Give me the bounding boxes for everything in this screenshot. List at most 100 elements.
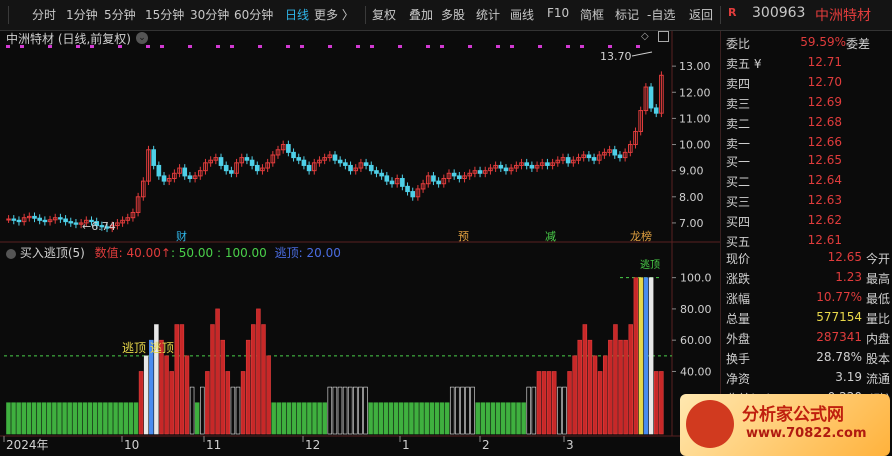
weicha-label: 委差	[845, 37, 870, 51]
indicator-bar	[296, 402, 302, 435]
ask-price: 12.69	[807, 95, 842, 109]
candle-body	[363, 162, 369, 166]
signal-marker	[188, 45, 192, 48]
indicator-bar	[52, 402, 57, 435]
candle-body	[498, 164, 504, 169]
indicator-bar	[353, 386, 358, 435]
candle-body	[187, 175, 193, 180]
ask-price: 12.66	[807, 135, 842, 149]
candle-body	[249, 159, 255, 166]
candle-body	[11, 218, 17, 221]
bid-label: 买三	[726, 195, 751, 209]
candle-body	[58, 217, 63, 220]
ask-row[interactable]: 卖五 ¥ 12.71	[722, 55, 892, 75]
indicator-bar	[628, 324, 633, 435]
ytick-label: 8.00	[679, 191, 704, 204]
candle-body	[612, 149, 618, 156]
quote-label: 外盘	[726, 332, 751, 346]
ask-row[interactable]: 卖三 12.69	[722, 95, 892, 115]
weibi-label: 委比	[726, 37, 751, 51]
indicator-bar	[215, 308, 220, 435]
indicator-bar	[551, 371, 557, 435]
indicator-bar	[194, 402, 200, 435]
indicator-bar	[465, 386, 470, 435]
indicator-bar	[470, 386, 475, 435]
indicator-bar	[47, 402, 52, 435]
quote-label: 总量	[726, 312, 751, 326]
ask-label: 卖三	[726, 97, 751, 111]
candle-body	[63, 218, 68, 223]
bid-row[interactable]: 买四 12.62	[722, 213, 892, 233]
ytick-label: 100.0	[680, 272, 712, 285]
indicator-bar	[108, 402, 113, 435]
indicator-bar	[597, 371, 603, 435]
indicator-bar	[495, 402, 501, 435]
signal-marker	[6, 45, 10, 48]
indicator-bar	[485, 402, 491, 435]
ask-row[interactable]: 卖四 12.70	[722, 75, 892, 95]
bid-price: 12.64	[807, 173, 842, 187]
signal-marker	[608, 45, 612, 48]
xtick-label: 10	[124, 438, 139, 452]
watermark-title: 分析家公式网	[742, 405, 844, 425]
candle-body	[503, 167, 509, 172]
quote-value: 10.77%	[816, 290, 862, 304]
indicator-bar	[302, 402, 307, 435]
signal-marker	[328, 45, 332, 48]
indicator-bar	[169, 371, 174, 435]
candle-body	[374, 170, 379, 174]
candle-body	[545, 162, 550, 166]
bid-label: 买五	[726, 235, 751, 249]
signal-marker	[398, 45, 402, 48]
candle-body	[389, 180, 395, 185]
ask-price: 12.68	[807, 115, 842, 129]
indicator-bar	[220, 339, 225, 435]
indicator-bar	[613, 324, 618, 435]
quote-value: 577154	[816, 310, 862, 324]
bid-row[interactable]: 买三 12.63	[722, 193, 892, 213]
bid-row[interactable]: 买二 12.64	[722, 173, 892, 193]
ytick-label: 10.00	[679, 139, 711, 152]
indicator-bar	[240, 371, 246, 435]
ytick-label: 11.00	[679, 112, 711, 125]
signal-marker	[286, 45, 290, 48]
bid-row[interactable]: 买一 12.65	[722, 153, 892, 173]
quote-row: 涨幅 10.77% 最低	[722, 290, 892, 310]
ask-row[interactable]: 卖二 12.68	[722, 115, 892, 135]
indicator-bar	[332, 386, 338, 435]
signal-marker	[496, 45, 500, 48]
indicator-bar	[138, 371, 144, 435]
signal-marker	[258, 45, 262, 48]
indicator-bar	[449, 386, 455, 435]
signal-marker	[510, 45, 514, 48]
event-label: 预	[458, 230, 469, 243]
logo-icon	[686, 400, 734, 448]
quote-row: 净资 3.19 流通	[722, 370, 892, 390]
bid-price: 12.61	[807, 233, 842, 247]
candle-body	[73, 222, 79, 225]
ytick-label: 40.00	[680, 365, 712, 378]
indicator-bar	[363, 386, 368, 435]
indicator-bar	[205, 371, 210, 435]
indicator-bar	[638, 277, 644, 435]
indicator-bar	[327, 386, 333, 435]
indicator-bar	[133, 402, 139, 435]
quote-label: 净资	[726, 372, 751, 386]
signal-marker	[20, 45, 24, 48]
indicator-bar	[388, 402, 394, 435]
indicator-bar	[103, 402, 108, 435]
quote-row: 外盘 287341 内盘	[722, 330, 892, 350]
candle-body	[244, 157, 250, 161]
candle-body	[477, 170, 483, 174]
quote-value: 28.78%	[816, 350, 862, 364]
indicator-bar	[546, 371, 552, 435]
bid-price: 12.63	[807, 193, 842, 207]
xtick-label: 3	[566, 438, 574, 452]
indicator-bar	[347, 386, 353, 435]
ask-row[interactable]: 卖一 12.66	[722, 135, 892, 155]
indicator-bar	[261, 324, 266, 435]
indicator-bar	[582, 324, 588, 435]
ytick-label: 60.00	[680, 334, 712, 347]
indicator-bar	[189, 386, 195, 435]
watermark-url: www.70822.com	[746, 426, 867, 441]
